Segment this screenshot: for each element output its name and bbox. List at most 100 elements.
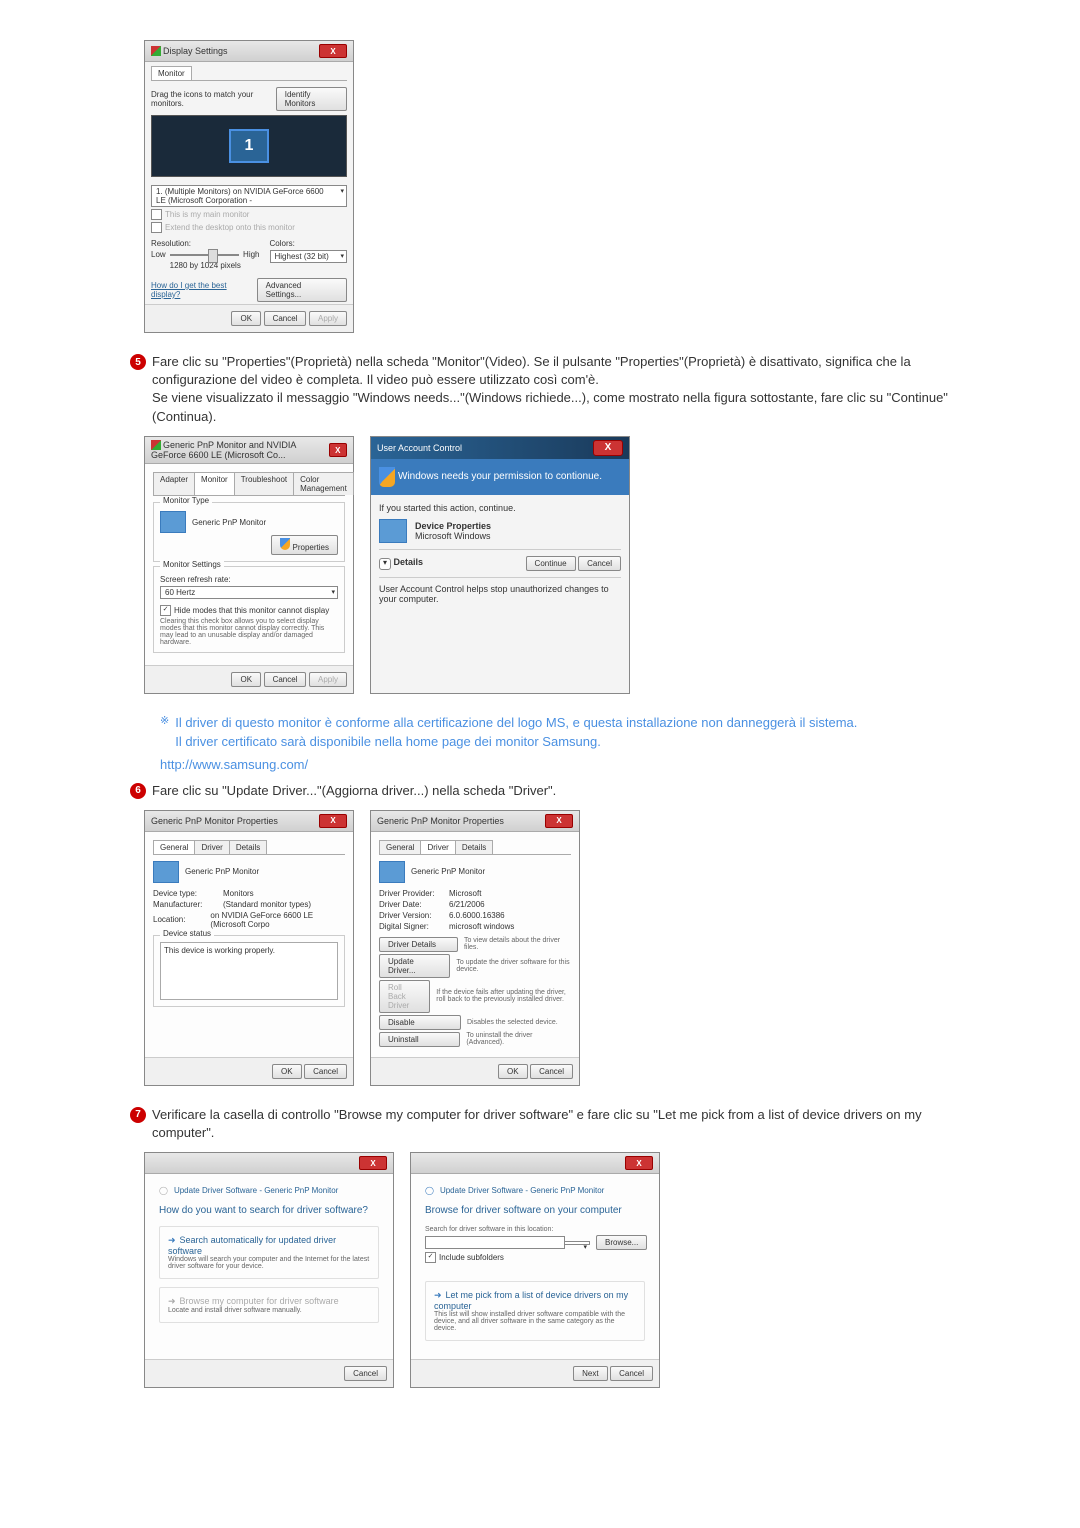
rollback-driver-desc: If the device fails after updating the d… <box>436 989 571 1003</box>
uac-publisher: Microsoft Windows <box>415 531 491 541</box>
uac-title: User Account Control <box>377 443 462 453</box>
details-toggle[interactable]: Details <box>394 557 424 567</box>
tab-details[interactable]: Details <box>455 840 493 854</box>
cb-extend-label: Extend the desktop onto this monitor <box>165 223 295 232</box>
loc-label: Location: <box>153 915 210 924</box>
monitor-preview[interactable]: 1 <box>151 115 347 177</box>
resolution-slider[interactable] <box>170 254 239 256</box>
browse-button[interactable]: Browse... <box>596 1235 647 1250</box>
cancel-button[interactable]: Cancel <box>344 1366 387 1381</box>
close-icon[interactable]: X <box>359 1156 387 1170</box>
date-value: 6/21/2006 <box>449 900 485 909</box>
cb-main-label: This is my main monitor <box>165 210 249 219</box>
version-value: 6.0.6000.16386 <box>449 911 505 920</box>
location-input[interactable] <box>425 1236 565 1249</box>
wizard2-titlebar: X <box>411 1153 659 1174</box>
provider-value: Microsoft <box>449 889 481 898</box>
tab-driver[interactable]: Driver <box>420 840 455 854</box>
tab-monitor[interactable]: Monitor <box>194 472 235 495</box>
device-properties-icon <box>379 519 407 543</box>
colors-select[interactable]: Highest (32 bit) <box>270 250 348 263</box>
main-monitor-checkbox <box>151 209 162 220</box>
search-auto-option[interactable]: ➜Search automatically for updated driver… <box>159 1226 379 1279</box>
cancel-button[interactable]: Cancel <box>264 311 307 326</box>
tab-monitor[interactable]: Monitor <box>151 66 192 80</box>
uac-dialog: User Account Control X Windows needs you… <box>370 436 630 695</box>
status-textarea: This device is working properly. <box>160 942 338 1000</box>
resolution-label: Resolution: <box>151 239 191 248</box>
display-settings-titlebar: Display Settings X <box>145 41 353 62</box>
close-icon[interactable]: X <box>319 44 347 58</box>
cancel-button[interactable]: Cancel <box>304 1064 347 1079</box>
monitor-type-value: Generic PnP Monitor <box>192 518 266 527</box>
ok-button[interactable]: OK <box>272 1064 302 1079</box>
cancel-button[interactable]: Cancel <box>578 556 621 571</box>
disable-button[interactable]: Disable <box>379 1015 461 1030</box>
wizard2-heading: Browse for driver software on your compu… <box>425 1205 645 1216</box>
identify-monitors-button[interactable]: Identify Monitors <box>276 87 347 111</box>
driver-details-button[interactable]: Driver Details <box>379 937 458 952</box>
manuf-label: Manufacturer: <box>153 900 223 909</box>
wizard2-breadcrumb: Update Driver Software - Generic PnP Mon… <box>440 1186 604 1195</box>
close-icon[interactable]: X <box>329 443 347 457</box>
colors-label: Colors: <box>270 239 295 248</box>
cancel-button[interactable]: Cancel <box>610 1366 653 1381</box>
slider-low: Low <box>151 250 166 259</box>
tab-general[interactable]: General <box>379 840 421 854</box>
device-status-group: Device status <box>160 929 214 938</box>
refresh-label: Screen refresh rate: <box>160 575 231 584</box>
title-text: Generic PnP Monitor Properties <box>151 816 278 826</box>
continue-button[interactable]: Continue <box>526 556 576 571</box>
pick-from-list-option[interactable]: ➜Let me pick from a list of device drive… <box>425 1281 645 1341</box>
tab-adapter[interactable]: Adapter <box>153 472 195 495</box>
tab-driver[interactable]: Driver <box>194 840 229 854</box>
tab-troubleshoot[interactable]: Troubleshoot <box>234 472 294 495</box>
back-icon[interactable]: ◯ <box>425 1186 434 1195</box>
samsung-link[interactable]: http://www.samsung.com/ <box>160 757 950 772</box>
cancel-button[interactable]: Cancel <box>530 1064 573 1079</box>
close-icon[interactable]: X <box>545 814 573 828</box>
window-icon <box>151 440 161 450</box>
devtype-label: Device type: <box>153 889 223 898</box>
device-name: Generic PnP Monitor <box>411 867 485 876</box>
ok-button[interactable]: OK <box>231 311 261 326</box>
browse-computer-option[interactable]: ➜Browse my computer for driver software … <box>159 1287 379 1323</box>
properties-button[interactable]: Properties <box>271 535 338 555</box>
back-icon: ◯ <box>159 1186 168 1195</box>
advanced-settings-button[interactable]: Advanced Settings... <box>257 278 347 302</box>
close-icon[interactable]: X <box>625 1156 653 1170</box>
signer-label: Digital Signer: <box>379 922 449 931</box>
tab-general[interactable]: General <box>153 840 195 854</box>
monitor-select[interactable]: 1. (Multiple Monitors) on NVIDIA GeForce… <box>151 185 347 207</box>
hide-modes-checkbox[interactable]: ✓ <box>160 605 171 616</box>
title-text: Display Settings <box>163 46 228 56</box>
location-dropdown[interactable] <box>564 1241 590 1245</box>
monitor-icon <box>153 861 179 883</box>
tab-details[interactable]: Details <box>229 840 267 854</box>
opt1-desc: Windows will search your computer and th… <box>168 1256 370 1270</box>
ok-button[interactable]: OK <box>231 672 261 687</box>
apply-button: Apply <box>309 311 347 326</box>
cancel-button[interactable]: Cancel <box>264 672 307 687</box>
drag-instruction: Drag the icons to match your monitors. <box>151 90 276 108</box>
next-button[interactable]: Next <box>573 1366 607 1381</box>
ok-button[interactable]: OK <box>498 1064 528 1079</box>
monitor-1-icon[interactable]: 1 <box>229 129 269 163</box>
arrow-icon: ➜ <box>168 1296 176 1306</box>
uac-message: Windows needs your permission to contion… <box>398 471 602 482</box>
refresh-rate-select[interactable]: 60 Hertz <box>160 586 338 599</box>
chevron-down-icon[interactable]: ▾ <box>379 558 391 570</box>
close-icon[interactable]: X <box>319 814 347 828</box>
include-subfolders-checkbox[interactable]: ✓ <box>425 1252 436 1263</box>
close-icon[interactable]: X <box>593 440 623 456</box>
props-general-titlebar: Generic PnP Monitor Properties X <box>145 811 353 832</box>
step-5-text: Fare clic su "Properties"(Proprietà) nel… <box>152 353 950 426</box>
title-text: Generic PnP Monitor and NVIDIA GeForce 6… <box>151 440 296 461</box>
best-display-link[interactable]: How do I get the best display? <box>151 281 257 299</box>
loc-value: on NVIDIA GeForce 6600 LE (Microsoft Cor… <box>210 911 345 929</box>
note-marker-icon: ※ <box>160 714 169 727</box>
uninstall-button[interactable]: Uninstall <box>379 1032 460 1047</box>
update-driver-button[interactable]: Update Driver... <box>379 954 450 978</box>
tab-color[interactable]: Color Management <box>293 472 354 495</box>
update-driver-desc: To update the driver software for this d… <box>456 959 571 973</box>
